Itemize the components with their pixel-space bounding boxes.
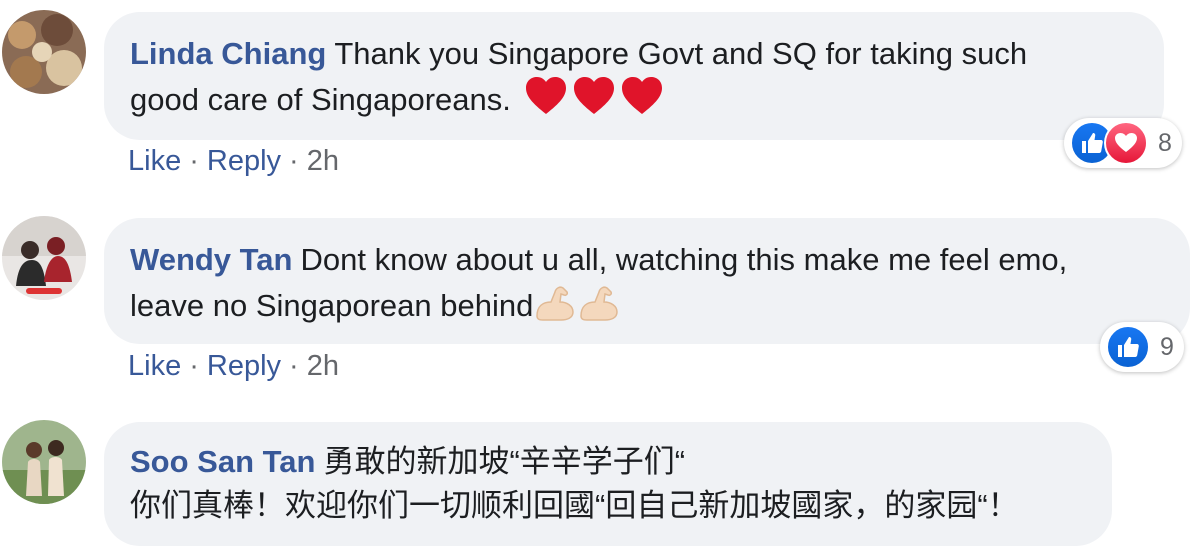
comment-actions: Like · Reply · 2h: [128, 350, 339, 383]
reaction-count: 8: [1158, 128, 1172, 157]
comment-bubble: Wendy Tan Dont know about u all, watching…: [104, 218, 1190, 344]
flexed-biceps-emoji: [533, 282, 577, 334]
flexed-biceps-emoji: [577, 282, 621, 334]
avatar[interactable]: [2, 216, 86, 300]
red-heart-emoji: [524, 76, 568, 128]
love-icon: [1104, 121, 1148, 165]
reactions-summary[interactable]: 9: [1100, 322, 1184, 372]
comment-text-line2: leave no Singaporean behind: [130, 288, 534, 324]
comment-bubble: Soo San Tan 勇敢的新加坡“辛辛学子们“ 你们真棒！欢迎你们一切顺利回國…: [104, 422, 1112, 546]
comment-text-line1: Thank you Singapore Govt and SQ for taki…: [334, 36, 1028, 71]
like-link[interactable]: Like: [128, 350, 181, 382]
like-link[interactable]: Like: [128, 145, 181, 177]
reactions-summary[interactable]: 8: [1064, 118, 1182, 168]
separator: ·: [189, 145, 199, 177]
red-heart-emoji: [572, 76, 616, 128]
comment-bubble: Linda Chiang Thank you Singapore Govt and…: [104, 12, 1164, 140]
comment-author[interactable]: Linda Chiang: [130, 36, 326, 71]
comment-author[interactable]: Soo San Tan: [130, 444, 315, 479]
timestamp[interactable]: 2h: [307, 350, 339, 382]
separator: ·: [289, 145, 299, 177]
avatar[interactable]: [2, 420, 86, 504]
separator: ·: [189, 350, 199, 382]
like-icon: [1106, 325, 1150, 369]
reaction-count: 9: [1160, 332, 1174, 361]
comment-actions: Like · Reply · 2h: [128, 145, 339, 178]
comment-text-line2: 你们真棒！欢迎你们一切顺利回國“回自己新加坡國家，的家园“！: [130, 488, 1019, 523]
comment-author[interactable]: Wendy Tan: [130, 242, 292, 277]
comment-text-line1: 勇敢的新加坡“辛辛学子们“: [323, 444, 686, 479]
timestamp[interactable]: 2h: [307, 145, 339, 177]
red-heart-emoji: [620, 76, 664, 128]
reply-link[interactable]: Reply: [207, 145, 281, 177]
reply-link[interactable]: Reply: [207, 350, 281, 382]
comment-text-line2: good care of Singaporeans.: [130, 82, 511, 118]
avatar[interactable]: [2, 10, 86, 94]
comment-text-line1: Dont know about u all, watching this mak…: [300, 242, 1068, 277]
separator: ·: [289, 350, 299, 382]
